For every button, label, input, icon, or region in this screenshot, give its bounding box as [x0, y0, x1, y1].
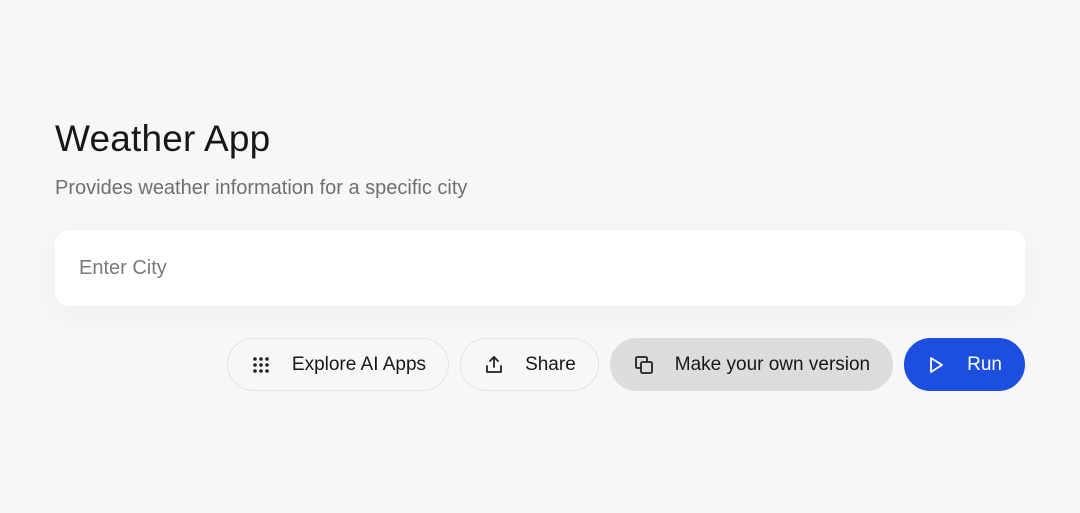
share-upload-icon	[483, 354, 505, 376]
make-your-own-version-button[interactable]: Make your own version	[609, 338, 894, 391]
city-input[interactable]	[55, 230, 1025, 306]
explore-ai-apps-label: Explore AI Apps	[291, 353, 427, 375]
weather-app-page: Weather App Provides weather information…	[0, 0, 1080, 513]
page-description: Provides weather information for a speci…	[55, 177, 468, 199]
explore-ai-apps-button[interactable]: Explore AI Apps	[226, 338, 450, 391]
share-button[interactable]: Share	[460, 338, 599, 391]
action-bar: Explore AI Apps Share Make your own vers…	[226, 338, 1025, 391]
run-button[interactable]: Run	[904, 338, 1025, 391]
play-icon	[925, 354, 947, 376]
share-label: Share	[525, 353, 576, 375]
run-label: Run	[967, 353, 1002, 375]
city-input-container	[55, 230, 1025, 306]
make-your-own-version-label: Make your own version	[674, 353, 871, 375]
page-title: Weather App	[55, 118, 271, 159]
grid-dots-icon	[250, 354, 272, 376]
copy-icon	[633, 354, 655, 376]
